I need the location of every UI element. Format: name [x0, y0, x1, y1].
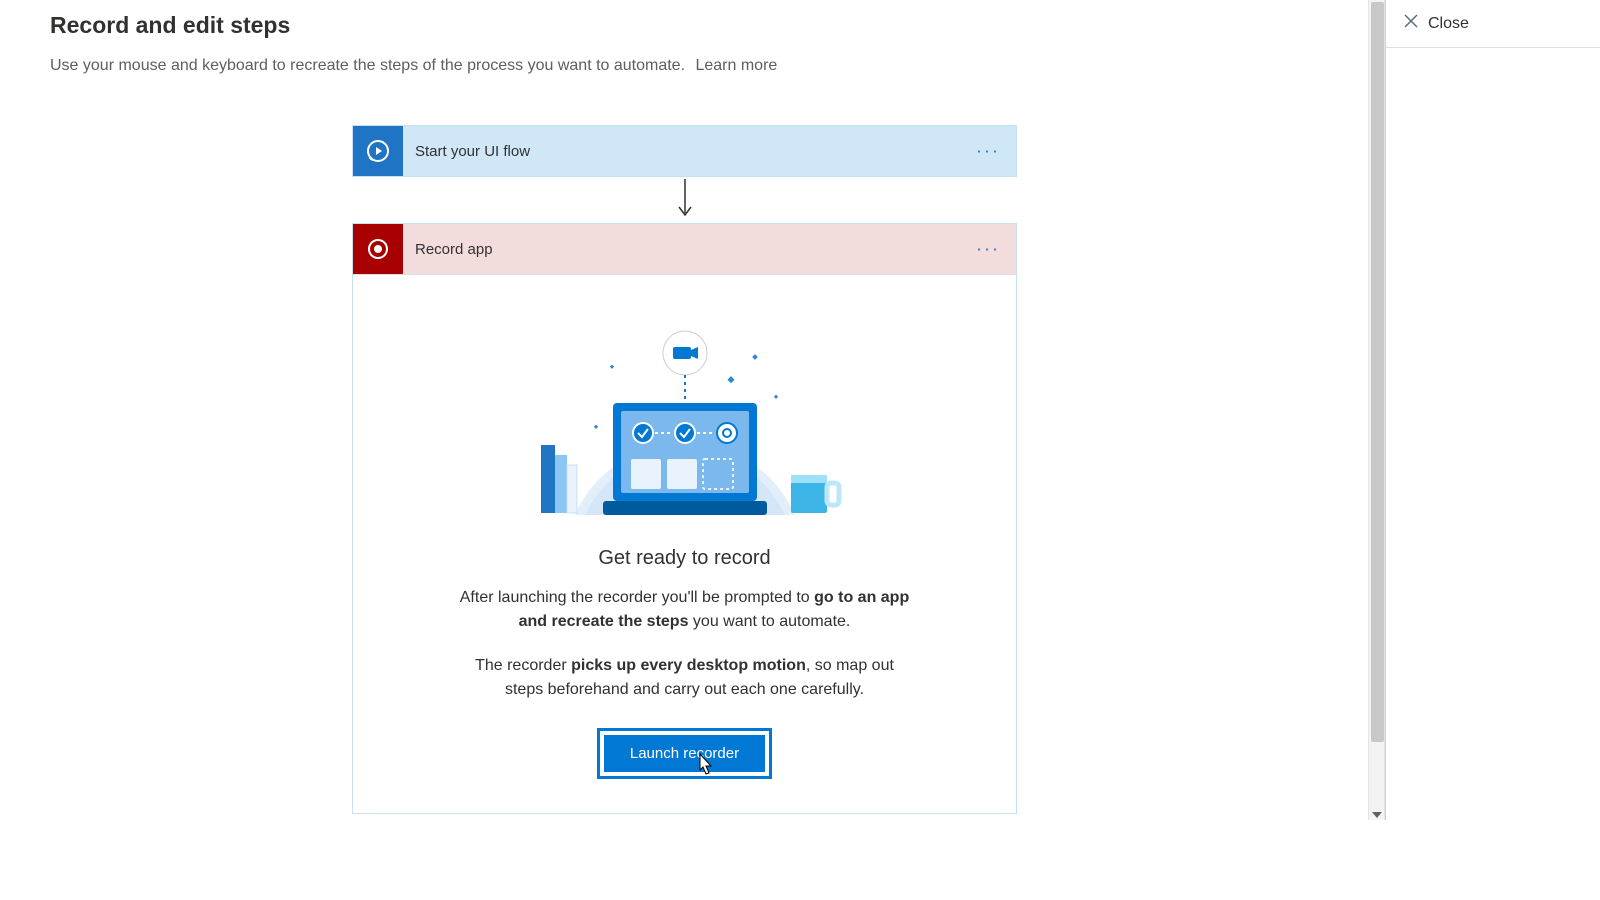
flow-canvas: Start your UI flow ··· Record app — [50, 125, 1319, 814]
record-app-title: Record app — [415, 241, 493, 258]
page-subtitle: Use your mouse and keyboard to recreate … — [50, 57, 1319, 75]
record-icon — [353, 224, 403, 274]
vertical-scrollbar[interactable] — [1368, 0, 1385, 820]
start-flow-menu-button[interactable]: ··· — [976, 141, 1000, 162]
recorder-illustration — [413, 305, 956, 525]
start-flow-title: Start your UI flow — [415, 143, 530, 160]
main-content: Record and edit steps Use your mouse and… — [0, 0, 1370, 820]
subtitle-text: Use your mouse and keyboard to recreate … — [50, 57, 685, 74]
launch-recorder-button[interactable]: Launch recorder — [604, 735, 765, 772]
close-label: Close — [1428, 15, 1469, 33]
record-app-card[interactable]: Record app ··· — [352, 223, 1017, 814]
record-app-menu-button[interactable]: ··· — [976, 239, 1000, 260]
flow-connector-arrow-icon — [675, 177, 695, 223]
ready-paragraph-1: After launching the recorder you'll be p… — [455, 586, 915, 634]
start-flow-card[interactable]: Start your UI flow ··· — [352, 125, 1017, 177]
start-flow-header[interactable]: Start your UI flow ··· — [353, 126, 1016, 176]
record-app-header[interactable]: Record app ··· — [353, 224, 1016, 274]
launch-button-focus-ring: Launch recorder — [597, 728, 772, 779]
close-button[interactable]: Close — [1386, 0, 1600, 48]
record-app-body: Get ready to record After launching the … — [353, 274, 1016, 813]
learn-more-link[interactable]: Learn more — [695, 57, 777, 74]
scroll-down-arrow-icon[interactable] — [1372, 812, 1382, 818]
right-panel: Close — [1385, 0, 1600, 820]
play-loop-icon — [353, 126, 403, 176]
scrollbar-thumb[interactable] — [1371, 2, 1384, 742]
page-title: Record and edit steps — [50, 12, 1319, 39]
ready-paragraph-2: The recorder picks up every desktop moti… — [455, 654, 915, 702]
ready-heading: Get ready to record — [413, 547, 956, 570]
close-icon — [1404, 14, 1418, 33]
